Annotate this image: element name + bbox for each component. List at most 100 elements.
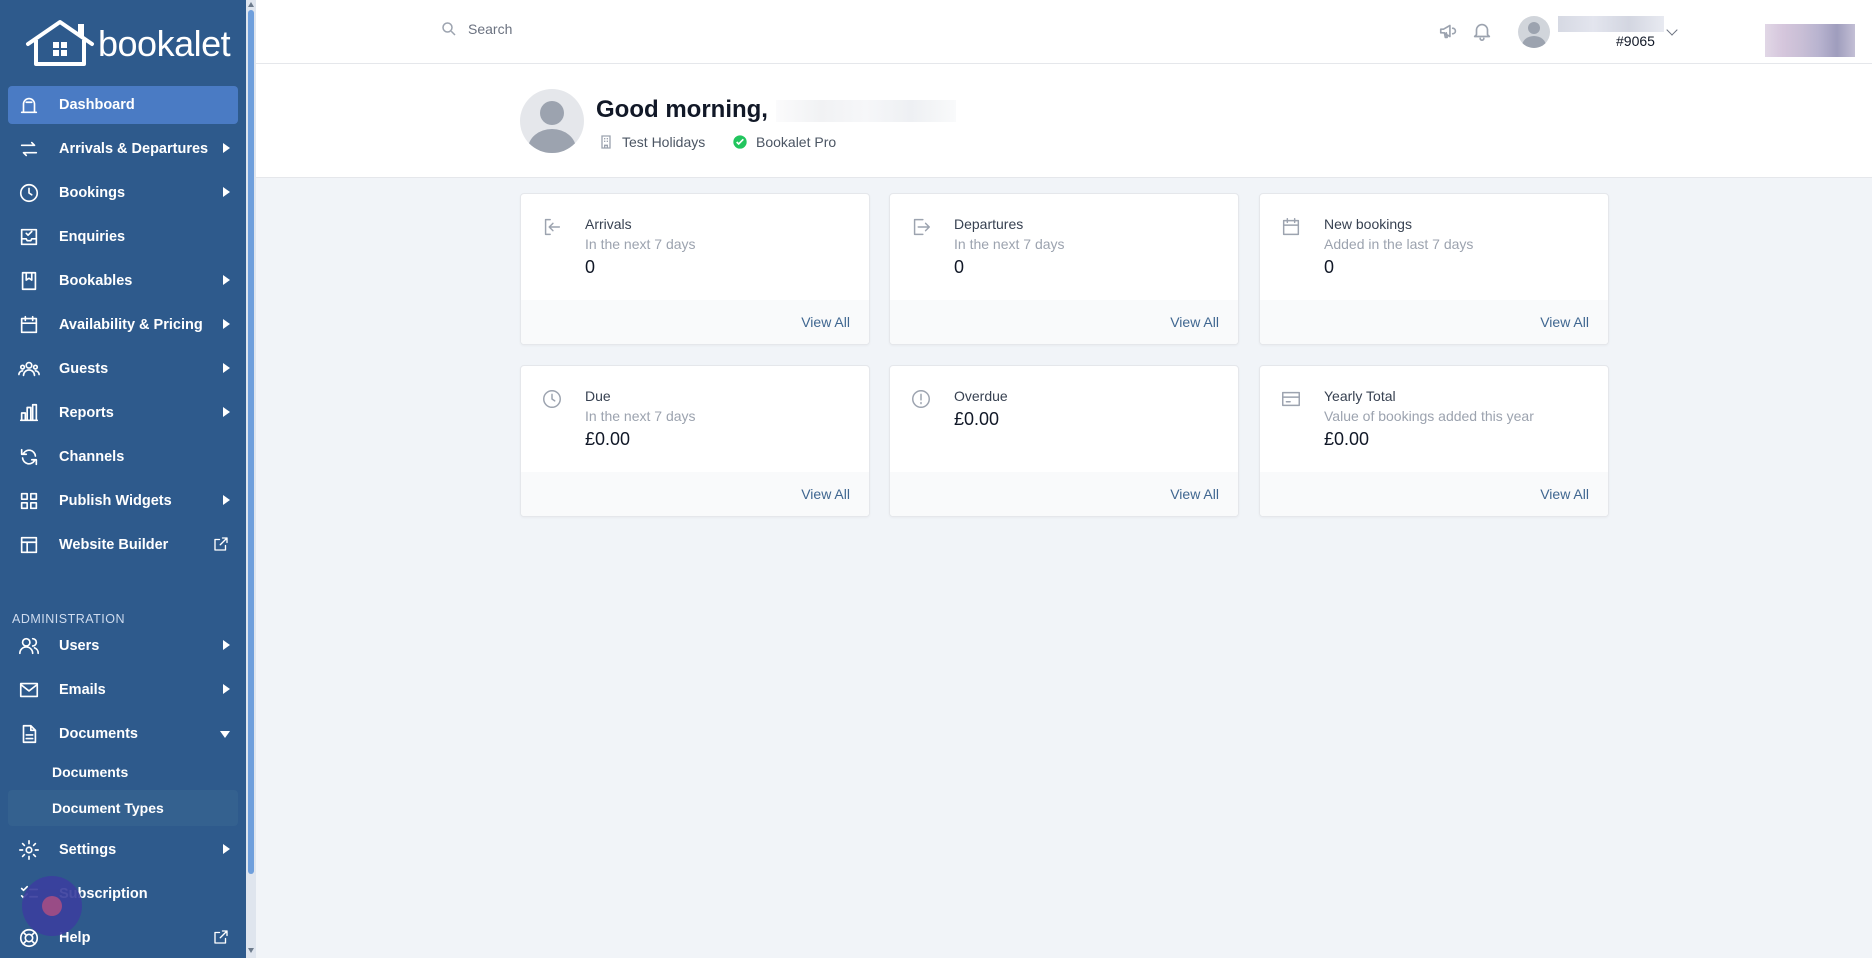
refresh-icon [17, 445, 41, 469]
departure-icon [910, 216, 934, 240]
card-value: £0.00 [1324, 429, 1370, 449]
bookalet-logo[interactable]: bookalet [24, 18, 231, 70]
search-icon [442, 22, 456, 36]
administration-section-label: ADMINISTRATION [12, 612, 126, 626]
sidebar-item-users[interactable]: Users [8, 627, 238, 665]
card-title: Arrivals [585, 216, 632, 232]
departures-card: Departures In the next 7 days 0 View All [889, 193, 1239, 345]
yearly-total-card: Yearly Total Value of bookings added thi… [1259, 365, 1609, 517]
sidebar-item-label: Emails [59, 682, 106, 698]
sidebar-item-label: Availability & Pricing [59, 317, 203, 333]
company-logo-redacted [1765, 24, 1855, 57]
view-all-link[interactable]: View All [801, 314, 850, 330]
property-name: Test Holidays [598, 134, 705, 150]
view-all-link[interactable]: View All [801, 486, 850, 502]
sidebar-subitem-documents[interactable]: Documents [8, 754, 238, 790]
card-value: 0 [1324, 257, 1335, 277]
sidebar-item-availability-pricing[interactable]: Availability & Pricing [8, 306, 238, 344]
inbox-check-icon [17, 225, 41, 249]
sidebar-item-guests[interactable]: Guests [8, 350, 238, 388]
expand-caret-icon [223, 844, 230, 854]
card-title: Overdue [954, 388, 1008, 404]
sidebar-item-label: Reports [59, 405, 114, 421]
user-avatar[interactable] [1518, 16, 1550, 48]
sidebar-item-label: Website Builder [59, 537, 169, 553]
card-title: New bookings [1324, 216, 1412, 232]
view-all-link[interactable]: View All [1170, 486, 1219, 502]
expand-caret-icon [223, 275, 230, 285]
profile-avatar [520, 89, 584, 153]
chat-widget-button[interactable] [22, 876, 82, 936]
sidebar-item-label: Documents [59, 726, 138, 742]
external-link-icon [212, 535, 232, 555]
sidebar-item-bookables[interactable]: Bookables [8, 262, 238, 300]
sidebar-item-website-builder[interactable]: Website Builder [8, 526, 238, 564]
card-subtitle: Added in the last 7 days [1324, 236, 1474, 252]
user-account-id: #9065 [1616, 33, 1655, 49]
sidebar-item-arrivals-departures[interactable]: Arrivals & Departures [8, 130, 238, 168]
card-title: Due [585, 388, 611, 404]
expand-caret-icon [223, 684, 230, 694]
external-link-icon [212, 928, 232, 948]
scroll-down-arrow-icon[interactable] [248, 948, 254, 953]
megaphone-icon[interactable] [1438, 20, 1462, 44]
card-value: 0 [954, 257, 965, 277]
card-subtitle: In the next 7 days [954, 236, 1065, 252]
view-all-link[interactable]: View All [1540, 314, 1589, 330]
view-all-link[interactable]: View All [1170, 314, 1219, 330]
sidebar-item-settings[interactable]: Settings [8, 831, 238, 869]
gear-icon [17, 838, 41, 862]
collapse-caret-icon [220, 731, 230, 738]
search-input[interactable] [468, 21, 768, 37]
sidebar-item-reports[interactable]: Reports [8, 394, 238, 432]
plan-label: Bookalet Pro [756, 134, 837, 150]
view-all-link[interactable]: View All [1540, 486, 1589, 502]
sidebar-subitem-document-types[interactable]: Document Types [8, 790, 238, 826]
sidebar-scrollbar-thumb[interactable] [248, 10, 254, 874]
overdue-card: Overdue £0.00 View All [889, 365, 1239, 517]
plan-name: Bookalet Pro [732, 134, 836, 150]
bell-icon[interactable] [1471, 20, 1495, 44]
sidebar-item-bookings[interactable]: Bookings [8, 174, 238, 212]
sidebar-item-documents[interactable]: Documents [8, 715, 238, 753]
expand-caret-icon [223, 407, 230, 417]
building-icon [601, 135, 611, 149]
sidebar-item-emails[interactable]: Emails [8, 671, 238, 709]
clock-icon [541, 388, 565, 412]
bookmark-book-icon [17, 269, 41, 293]
user-name-redacted [1558, 16, 1664, 32]
sidebar-item-publish-widgets[interactable]: Publish Widgets [8, 482, 238, 520]
sidebar-item-enquiries[interactable]: Enquiries [8, 218, 238, 256]
card-value: £0.00 [954, 409, 1000, 429]
card-title: Yearly Total [1324, 388, 1396, 404]
sidebar-item-label: Dashboard [59, 97, 135, 113]
property-label: Test Holidays [622, 134, 706, 150]
top-bar: #9065 [256, 0, 1872, 64]
clock-icon [17, 181, 41, 205]
arrows-swap-icon [17, 137, 41, 161]
sidebar-item-label: Publish Widgets [59, 493, 172, 509]
sidebar-item-label: Settings [59, 842, 117, 858]
sidebar-item-label: Guests [59, 361, 109, 377]
dashboard-icon [17, 93, 41, 117]
greeting-heading: Good morning, [596, 96, 768, 123]
users-group-icon [17, 357, 41, 381]
arrivals-card: Arrivals In the next 7 days 0 View All [520, 193, 870, 345]
scroll-up-arrow-icon[interactable] [248, 2, 254, 7]
search-bar[interactable] [440, 20, 768, 38]
users-icon [17, 634, 41, 658]
expand-caret-icon [223, 495, 230, 505]
new-bookings-card: New bookings Added in the last 7 days 0 … [1259, 193, 1609, 345]
expand-caret-icon [223, 640, 230, 650]
calendar-icon [17, 313, 41, 337]
card-value: £0.00 [585, 429, 631, 449]
card-subtitle: In the next 7 days [585, 408, 696, 424]
chevron-down-icon[interactable] [1666, 24, 1678, 36]
sidebar-item-label: Arrivals & Departures [59, 141, 209, 157]
sidebar-item-dashboard[interactable]: Dashboard [8, 86, 238, 124]
credit-card-icon [1280, 388, 1304, 412]
card-subtitle: In the next 7 days [585, 236, 696, 252]
sidebar-item-label: Enquiries [59, 229, 126, 245]
sidebar-item-channels[interactable]: Channels [8, 438, 238, 476]
expand-caret-icon [223, 187, 230, 197]
